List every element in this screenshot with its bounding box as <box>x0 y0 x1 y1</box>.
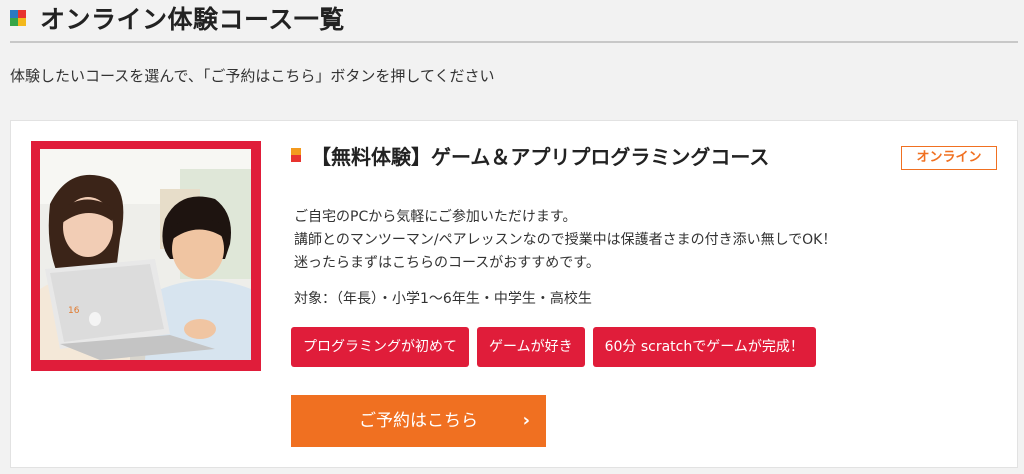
tag-scratch-60min: 60分 scratchでゲームが完成！ <box>592 327 816 367</box>
course-title-bullet-icon <box>291 148 301 162</box>
page-title: オンライン体験コース一覧 <box>40 5 345 34</box>
description-line: 迷ったらまずはこちらのコースがおすすめです。 <box>294 255 600 271</box>
course-title: 【無料体験】ゲーム＆アプリプログラミングコース <box>311 145 770 169</box>
tag-beginner: プログラミングが初めて <box>291 327 469 367</box>
course-target: 対象：（年長）・小学1〜6年生・中学生・高校生 <box>294 291 592 307</box>
tag-likes-games: ゲームが好き <box>477 327 585 367</box>
course-card: 16 【無料体験】ゲーム＆アプリプログラミングコース オンライン ご自宅のPCか… <box>10 120 1018 468</box>
reserve-button-label: ご予約はこちら <box>359 411 478 431</box>
description-line: 講師とのマンツーマン/ペアレッスンなので授業中は保護者さまの付き添い無しでOK！ <box>294 232 837 248</box>
course-photo: 16 <box>40 149 251 360</box>
intro-text: 体験したいコースを選んで、「ご予約はこちら」ボタンを押してください <box>10 67 495 85</box>
course-photo-frame: 16 <box>31 141 261 371</box>
page-header: オンライン体験コース一覧 <box>0 0 1024 62</box>
course-tags: プログラミングが初めて ゲームが好き 60分 scratchでゲームが完成！ <box>291 327 816 367</box>
laptop-sticker-text: 16 <box>68 306 80 316</box>
title-divider <box>10 41 1018 43</box>
logo-icon <box>10 10 26 26</box>
course-description: ご自宅のPCから気軽にご参加いただけます。 講師とのマンツーマン/ペアレッスンな… <box>294 206 836 275</box>
description-line: ご自宅のPCから気軽にご参加いただけます。 <box>294 209 577 225</box>
reserve-button[interactable]: ご予約はこちら › <box>291 395 546 447</box>
online-badge: オンライン <box>901 146 997 170</box>
chevron-right-icon: › <box>522 410 530 431</box>
